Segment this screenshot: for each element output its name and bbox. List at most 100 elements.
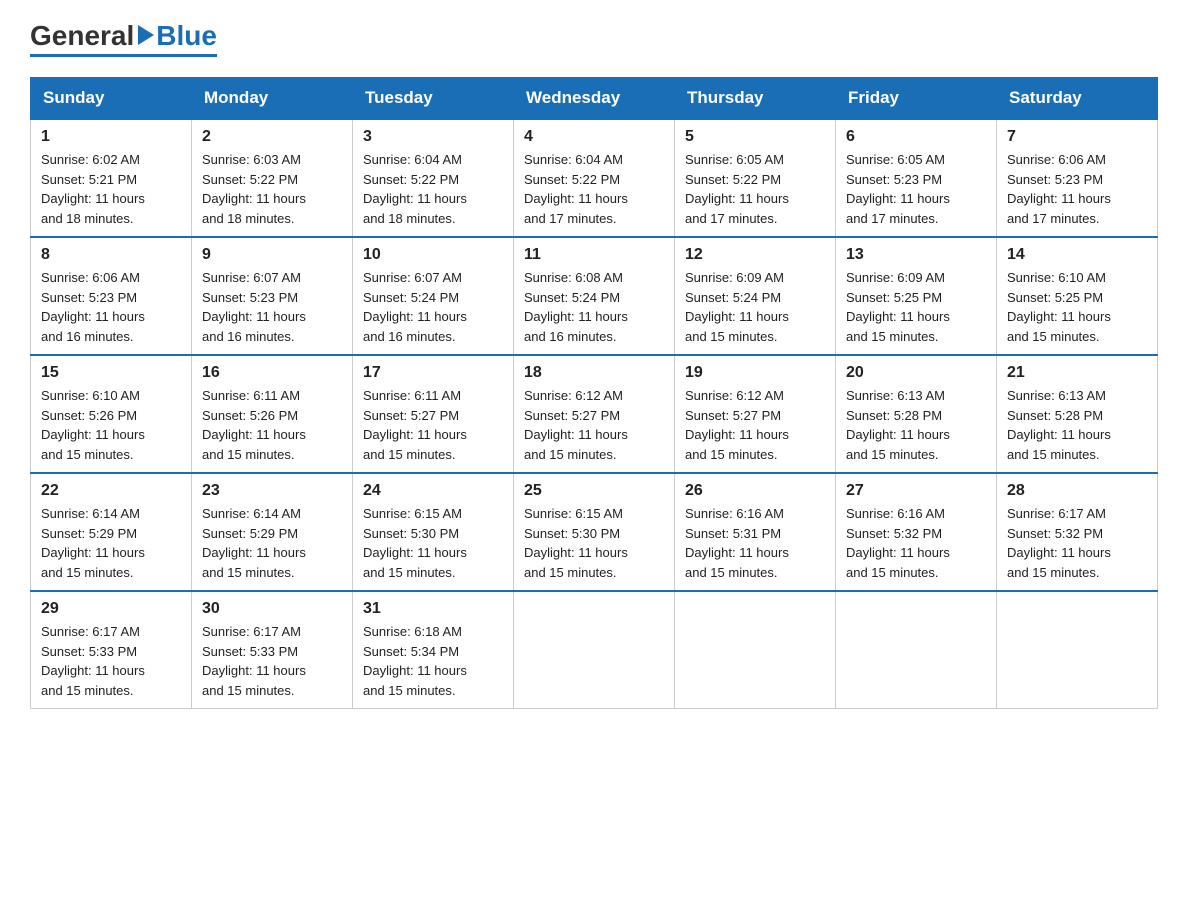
day-number: 16 [202,364,342,382]
day-cell-9: 9 Sunrise: 6:07 AMSunset: 5:23 PMDaylight… [192,237,353,355]
day-info: Sunrise: 6:06 AMSunset: 5:23 PMDaylight:… [41,268,181,346]
day-info: Sunrise: 6:14 AMSunset: 5:29 PMDaylight:… [41,504,181,582]
day-cell-26: 26Sunrise: 6:16 AMSunset: 5:31 PMDayligh… [675,473,836,591]
empty-cell [514,591,675,709]
day-cell-28: 28 Sunrise: 6:17 AMSunset: 5:32 PMDayligh… [997,473,1158,591]
day-info: Sunrise: 6:08 AMSunset: 5:24 PMDaylight:… [524,268,664,346]
day-cell-25: 25 Sunrise: 6:15 AMSunset: 5:30 PMDayligh… [514,473,675,591]
day-info: Sunrise: 6:04 AMSunset: 5:22 PMDaylight:… [363,150,503,228]
day-cell-24: 24 Sunrise: 6:15 AMSunset: 5:30 PMDayligh… [353,473,514,591]
day-cell-19: 19 Sunrise: 6:12 AMSunset: 5:27 PMDayligh… [675,355,836,473]
day-number: 14 [1007,246,1147,264]
days-header-row: SundayMondayTuesdayWednesdayThursdayFrid… [31,78,1158,120]
day-cell-21: 21 Sunrise: 6:13 AMSunset: 5:28 PMDayligh… [997,355,1158,473]
day-cell-2: 2 Sunrise: 6:03 AMSunset: 5:22 PMDaylight… [192,119,353,237]
day-cell-4: 4Sunrise: 6:04 AMSunset: 5:22 PMDaylight… [514,119,675,237]
day-header-friday: Friday [836,78,997,120]
day-info: Sunrise: 6:17 AMSunset: 5:32 PMDaylight:… [1007,504,1147,582]
day-header-tuesday: Tuesday [353,78,514,120]
day-cell-10: 10Sunrise: 6:07 AMSunset: 5:24 PMDayligh… [353,237,514,355]
day-info: Sunrise: 6:17 AMSunset: 5:33 PMDaylight:… [41,622,181,700]
day-info: Sunrise: 6:06 AMSunset: 5:23 PMDaylight:… [1007,150,1147,228]
day-info: Sunrise: 6:09 AMSunset: 5:24 PMDaylight:… [685,268,825,346]
day-cell-23: 23 Sunrise: 6:14 AMSunset: 5:29 PMDayligh… [192,473,353,591]
day-number: 21 [1007,364,1147,382]
day-header-saturday: Saturday [997,78,1158,120]
day-number: 13 [846,246,986,264]
day-info: Sunrise: 6:11 AMSunset: 5:26 PMDaylight:… [202,386,342,464]
day-info: Sunrise: 6:05 AMSunset: 5:22 PMDaylight:… [685,150,825,228]
day-info: Sunrise: 6:15 AMSunset: 5:30 PMDaylight:… [524,504,664,582]
day-info: Sunrise: 6:02 AMSunset: 5:21 PMDaylight:… [41,150,181,228]
day-info: Sunrise: 6:05 AMSunset: 5:23 PMDaylight:… [846,150,986,228]
day-number: 25 [524,482,664,500]
day-info: Sunrise: 6:13 AMSunset: 5:28 PMDaylight:… [1007,386,1147,464]
day-info: Sunrise: 6:13 AMSunset: 5:28 PMDaylight:… [846,386,986,464]
day-info: Sunrise: 6:17 AMSunset: 5:33 PMDaylight:… [202,622,342,700]
day-info: Sunrise: 6:18 AMSunset: 5:34 PMDaylight:… [363,622,503,700]
day-cell-15: 15Sunrise: 6:10 AMSunset: 5:26 PMDayligh… [31,355,192,473]
day-number: 19 [685,364,825,382]
week-row-2: 8 Sunrise: 6:06 AMSunset: 5:23 PMDaylight… [31,237,1158,355]
day-number: 17 [363,364,503,382]
day-number: 20 [846,364,986,382]
day-number: 31 [363,600,503,618]
day-number: 3 [363,128,503,146]
day-number: 29 [41,600,181,618]
day-info: Sunrise: 6:12 AMSunset: 5:27 PMDaylight:… [685,386,825,464]
day-cell-8: 8 Sunrise: 6:06 AMSunset: 5:23 PMDaylight… [31,237,192,355]
week-row-5: 29 Sunrise: 6:17 AMSunset: 5:33 PMDayligh… [31,591,1158,709]
logo-general-text: General [30,20,134,52]
day-cell-30: 30 Sunrise: 6:17 AMSunset: 5:33 PMDayligh… [192,591,353,709]
logo-blue-text: Blue [156,20,217,52]
day-cell-1: 1 Sunrise: 6:02 AMSunset: 5:21 PMDaylight… [31,119,192,237]
day-cell-18: 18 Sunrise: 6:12 AMSunset: 5:27 PMDayligh… [514,355,675,473]
calendar-table: SundayMondayTuesdayWednesdayThursdayFrid… [30,77,1158,709]
day-number: 11 [524,246,664,264]
empty-cell [997,591,1158,709]
day-cell-22: 22 Sunrise: 6:14 AMSunset: 5:29 PMDayligh… [31,473,192,591]
day-info: Sunrise: 6:03 AMSunset: 5:22 PMDaylight:… [202,150,342,228]
day-cell-11: 11 Sunrise: 6:08 AMSunset: 5:24 PMDayligh… [514,237,675,355]
day-number: 28 [1007,482,1147,500]
week-row-3: 15Sunrise: 6:10 AMSunset: 5:26 PMDayligh… [31,355,1158,473]
day-cell-5: 5 Sunrise: 6:05 AMSunset: 5:22 PMDaylight… [675,119,836,237]
day-number: 30 [202,600,342,618]
day-info: Sunrise: 6:16 AMSunset: 5:32 PMDaylight:… [846,504,986,582]
day-number: 4 [524,128,664,146]
day-number: 24 [363,482,503,500]
empty-cell [836,591,997,709]
day-cell-17: 17Sunrise: 6:11 AMSunset: 5:27 PMDayligh… [353,355,514,473]
logo: General Blue [30,20,217,57]
day-number: 27 [846,482,986,500]
day-number: 18 [524,364,664,382]
day-number: 10 [363,246,503,264]
day-number: 8 [41,246,181,264]
day-number: 5 [685,128,825,146]
day-number: 6 [846,128,986,146]
day-cell-29: 29 Sunrise: 6:17 AMSunset: 5:33 PMDayligh… [31,591,192,709]
day-number: 2 [202,128,342,146]
day-number: 1 [41,128,181,146]
day-number: 9 [202,246,342,264]
day-number: 7 [1007,128,1147,146]
day-info: Sunrise: 6:10 AMSunset: 5:26 PMDaylight:… [41,386,181,464]
day-info: Sunrise: 6:16 AMSunset: 5:31 PMDaylight:… [685,504,825,582]
logo-arrow-icon [138,25,154,45]
day-info: Sunrise: 6:07 AMSunset: 5:23 PMDaylight:… [202,268,342,346]
day-info: Sunrise: 6:10 AMSunset: 5:25 PMDaylight:… [1007,268,1147,346]
day-info: Sunrise: 6:15 AMSunset: 5:30 PMDaylight:… [363,504,503,582]
day-number: 23 [202,482,342,500]
day-info: Sunrise: 6:12 AMSunset: 5:27 PMDaylight:… [524,386,664,464]
day-info: Sunrise: 6:14 AMSunset: 5:29 PMDaylight:… [202,504,342,582]
empty-cell [675,591,836,709]
day-cell-16: 16 Sunrise: 6:11 AMSunset: 5:26 PMDayligh… [192,355,353,473]
week-row-1: 1 Sunrise: 6:02 AMSunset: 5:21 PMDaylight… [31,119,1158,237]
day-cell-3: 3 Sunrise: 6:04 AMSunset: 5:22 PMDaylight… [353,119,514,237]
day-cell-14: 14 Sunrise: 6:10 AMSunset: 5:25 PMDayligh… [997,237,1158,355]
day-cell-6: 6 Sunrise: 6:05 AMSunset: 5:23 PMDaylight… [836,119,997,237]
page-header: General Blue [30,20,1158,57]
day-info: Sunrise: 6:09 AMSunset: 5:25 PMDaylight:… [846,268,986,346]
day-number: 22 [41,482,181,500]
day-header-wednesday: Wednesday [514,78,675,120]
